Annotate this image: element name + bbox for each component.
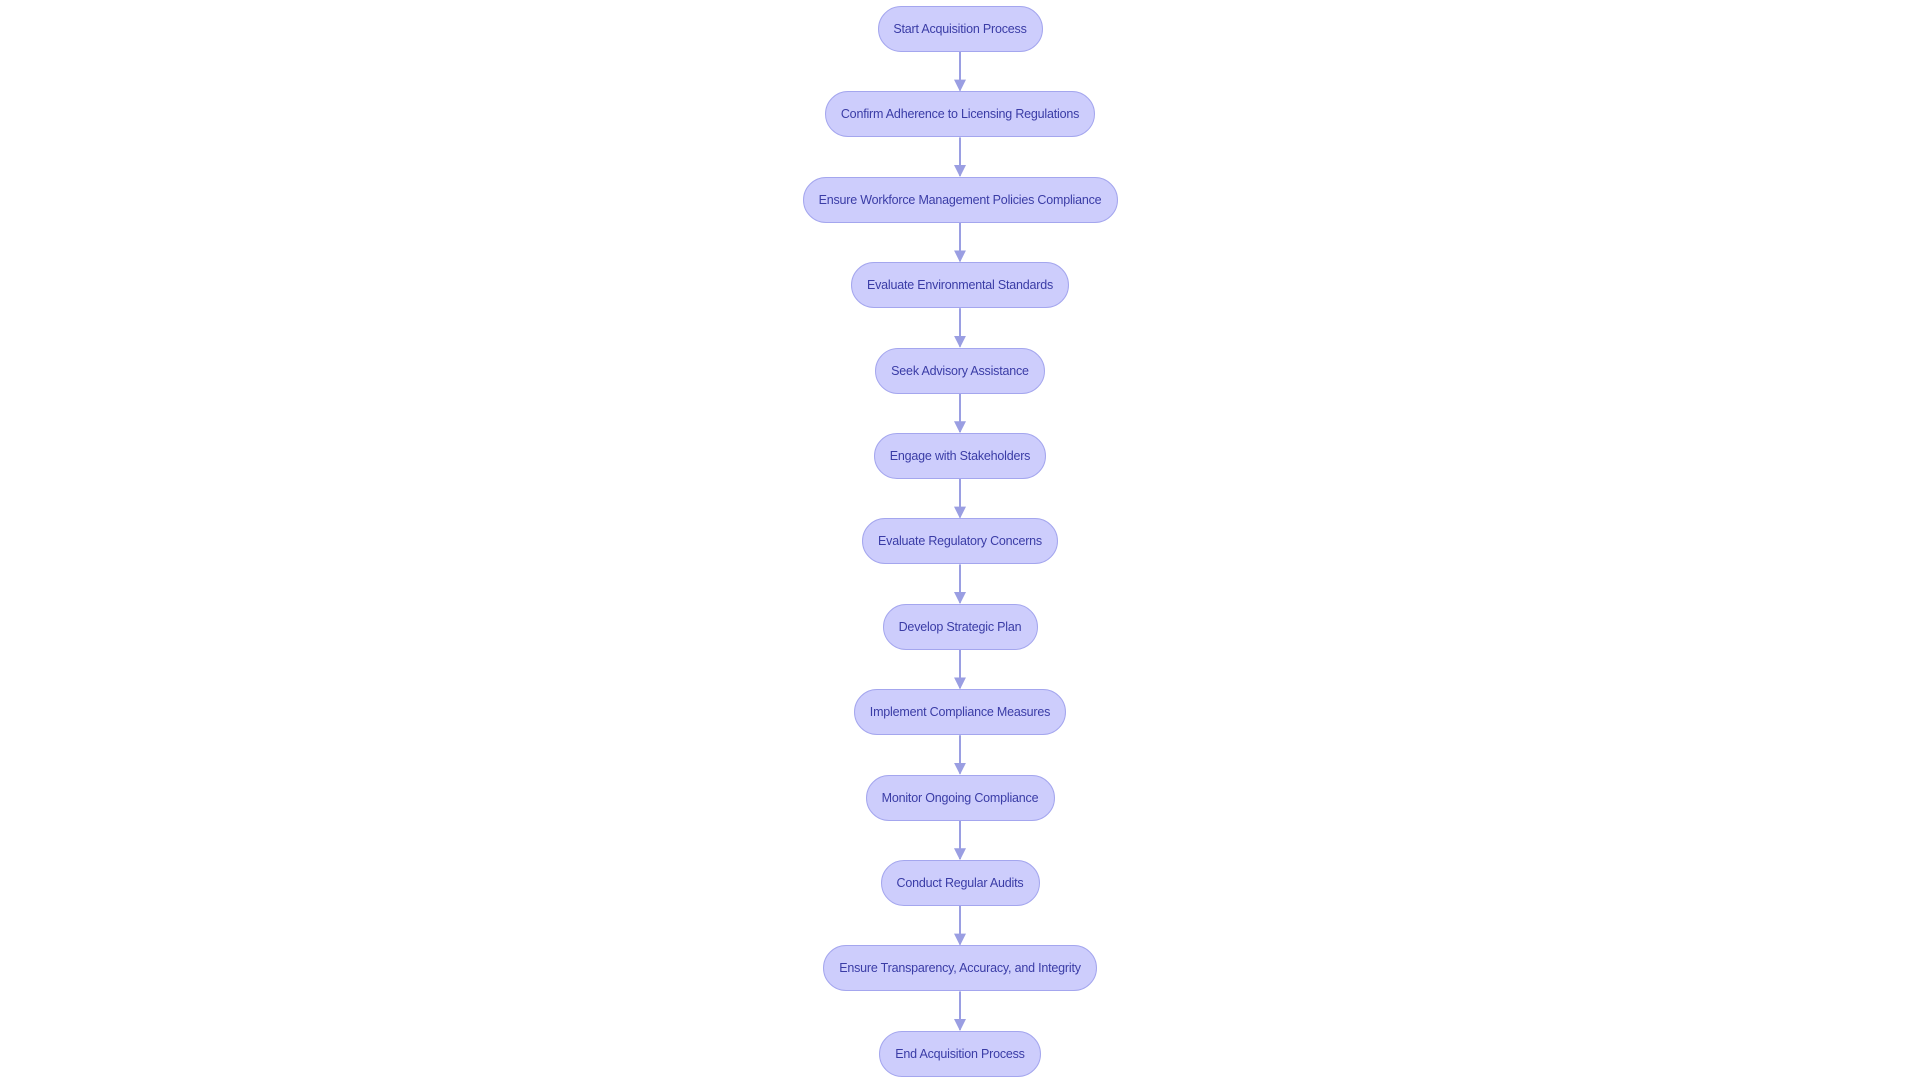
node-engage-stakeholders[interactable]: Engage with Stakeholders [874, 433, 1046, 479]
node-ensure-workforce-compliance[interactable]: Ensure Workforce Management Policies Com… [802, 176, 1118, 223]
node-monitor-ongoing-compliance[interactable]: Monitor Ongoing Compliance [865, 774, 1055, 821]
node-conduct-regular-audits[interactable]: Conduct Regular Audits [880, 860, 1040, 906]
node-evaluate-environmental-standards[interactable]: Evaluate Environmental Standards [851, 262, 1069, 309]
node-start-acquisition-process[interactable]: Start Acquisition Process [877, 6, 1043, 52]
node-end-acquisition-process[interactable]: End Acquisition Process [879, 1030, 1041, 1077]
node-seek-advisory-assistance[interactable]: Seek Advisory Assistance [875, 347, 1045, 394]
node-confirm-adherence-licensing[interactable]: Confirm Adherence to Licensing Regulatio… [825, 91, 1095, 138]
node-ensure-transparency[interactable]: Ensure Transparency, Accuracy, and Integ… [823, 945, 1097, 992]
node-develop-strategic-plan[interactable]: Develop Strategic Plan [882, 603, 1038, 650]
flowchart: Start Acquisition Process Confirm Adhere… [0, 0, 1920, 1080]
node-implement-compliance-measures[interactable]: Implement Compliance Measures [854, 689, 1066, 736]
node-evaluate-regulatory-concerns[interactable]: Evaluate Regulatory Concerns [862, 518, 1058, 565]
